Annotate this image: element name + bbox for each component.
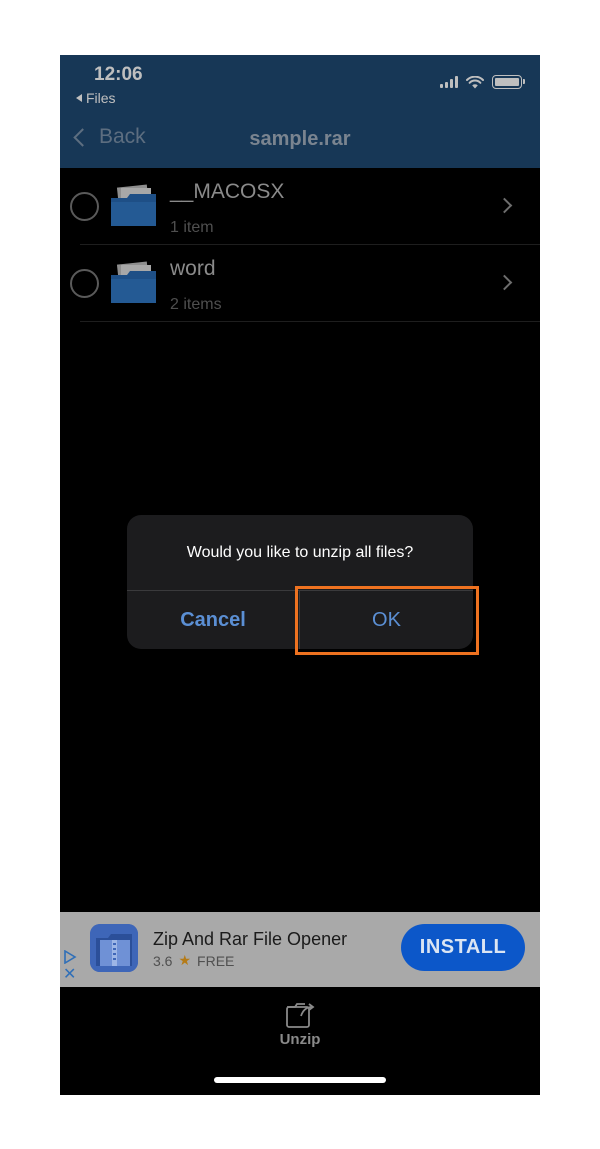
phone-screen: 12:06 Files sample.rar Back __MACOSX 1 i… <box>60 55 540 1095</box>
dialog-message: Would you like to unzip all files? <box>186 544 414 561</box>
ad-app-name: Zip And Rar File Opener <box>153 929 348 949</box>
header-bar: 12:06 Files sample.rar Back <box>60 55 540 168</box>
folder-icon <box>111 184 156 226</box>
unzip-button-label[interactable]: Unzip <box>60 1031 540 1048</box>
home-indicator[interactable] <box>214 1077 386 1083</box>
file-item-count: 1 item <box>170 219 214 236</box>
chevron-right-icon <box>496 197 513 214</box>
file-item-count: 2 items <box>170 296 222 313</box>
list-item[interactable]: word 2 items <box>60 245 540 322</box>
file-name: __MACOSX <box>170 180 285 203</box>
adchoices-icon[interactable] <box>63 950 77 964</box>
ad-meta: 3.6 ★ FREE <box>153 952 234 969</box>
ok-button-highlight <box>295 586 479 655</box>
install-button[interactable]: INSTALL <box>401 924 525 971</box>
ad-rating: 3.6 <box>153 952 173 969</box>
chevron-right-icon <box>496 274 513 291</box>
ad-close-icon[interactable]: ✕ <box>63 967 76 983</box>
cancel-button[interactable]: Cancel <box>127 591 299 649</box>
star-icon: ★ <box>178 952 192 968</box>
list-item[interactable]: __MACOSX 1 item <box>60 168 540 245</box>
ad-price: FREE <box>197 952 235 969</box>
ad-banner[interactable]: ✕ Zip And Rar File Opener 3.6 ★ FREE INS… <box>60 912 540 987</box>
select-radio[interactable] <box>70 269 99 298</box>
app-zip-icon <box>90 924 138 972</box>
header-dim-overlay <box>60 55 540 168</box>
row-divider <box>80 321 540 322</box>
folder-icon <box>111 261 156 303</box>
file-name: word <box>170 257 216 280</box>
unzip-icon[interactable] <box>284 1001 316 1029</box>
select-radio[interactable] <box>70 192 99 221</box>
